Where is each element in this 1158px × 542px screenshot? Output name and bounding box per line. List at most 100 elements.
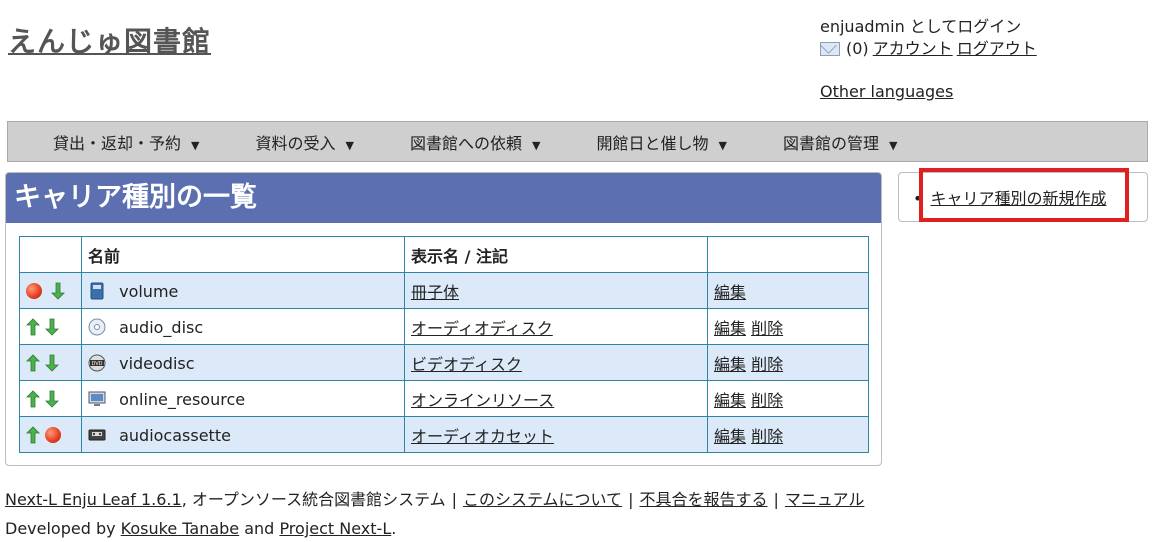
menu-admin[interactable]: 図書館の管理 ▼	[783, 130, 897, 154]
order-cell	[19, 272, 82, 309]
main-menubar: 貸出・返却・予約 ▼ 資料の受入 ▼ 図書館への依頼 ▼ 開館日と催し物 ▼ 図書館の管…	[7, 121, 1148, 162]
menu-events[interactable]: 開館日と催し物 ▼	[596, 130, 726, 154]
side-panel: • キャリア種別の新規作成	[898, 172, 1148, 222]
mail-icon[interactable]	[820, 42, 840, 56]
display-name-link[interactable]: オンラインリソース	[411, 391, 554, 410]
menu-label: 資料の受入	[255, 133, 336, 153]
delete-link[interactable]: 削除	[751, 319, 783, 338]
author-link[interactable]: Kosuke Tanabe	[121, 519, 239, 538]
footer-tagline: , オープンソース統合図書館システム	[181, 490, 446, 509]
menu-label: 図書館への依頼	[409, 133, 522, 153]
display-cell: ビデオディスク	[404, 344, 708, 381]
table-row: audio_disc オーディオディスク 編集 削除	[19, 308, 869, 345]
move-down-icon[interactable]	[51, 282, 66, 300]
display-name-link[interactable]: ビデオディスク	[411, 355, 522, 374]
manual-link[interactable]: マニュアル	[785, 490, 865, 509]
name-cell: volume	[81, 272, 405, 309]
table-row: audiocassette オーディオカセット 編集 削除	[19, 416, 869, 453]
footer-links: Next-L Enju Leaf 1.6.1, オープンソース統合図書館システム…	[5, 486, 864, 510]
caret-down-icon: ▼	[718, 138, 727, 152]
svg-text:DVD: DVD	[91, 361, 102, 367]
table-row: DVD videodisc ビデオディスク 編集 削除	[19, 344, 869, 381]
and-text: and	[244, 519, 275, 538]
menu-label: 開館日と催し物	[596, 133, 709, 153]
delete-link[interactable]: 削除	[751, 427, 783, 446]
book-icon	[90, 282, 104, 300]
display-cell: オーディオカセット	[404, 416, 708, 453]
table-row: volume 冊子体 編集	[19, 272, 869, 309]
name-cell: online_resource	[81, 380, 405, 417]
actions-cell: 編集 削除	[707, 416, 869, 453]
move-up-icon[interactable]	[26, 318, 40, 336]
menu-circulation[interactable]: 貸出・返却・予約 ▼	[53, 130, 199, 154]
site-title-link[interactable]: えんじゅ図書館	[8, 20, 211, 60]
edit-link[interactable]: 編集	[714, 319, 746, 338]
footer-separator: |	[773, 490, 779, 509]
logout-link[interactable]: ログアウト	[957, 38, 1037, 60]
move-up-icon[interactable]	[26, 426, 40, 444]
move-down-icon[interactable]	[45, 318, 60, 336]
message-count: (0)	[846, 39, 869, 58]
carrier-name: audiocassette	[119, 425, 231, 445]
move-down-icon[interactable]	[45, 354, 60, 372]
actions-cell: 編集 削除	[707, 308, 869, 345]
dvd-icon: DVD	[88, 354, 106, 372]
order-cell	[19, 308, 82, 345]
order-cell	[19, 416, 82, 453]
edit-link[interactable]: 編集	[714, 391, 746, 410]
period-text: .	[391, 519, 397, 538]
carrier-type-table: 名前 表示名 / 注記 volume 冊子体 編集 audio_disc オーデ…	[19, 236, 869, 453]
move-up-icon[interactable]	[26, 390, 40, 408]
menu-label: 図書館の管理	[782, 133, 879, 153]
footer-credits: Developed by Kosuke Tanabe and Project N…	[5, 519, 396, 538]
login-box: enjuadmin としてログイン (0) アカウント ログアウト	[820, 16, 1037, 60]
menu-label: 貸出・返却・予約	[53, 133, 182, 153]
table-header-row: 名前 表示名 / 注記	[19, 236, 869, 273]
name-cell: audio_disc	[81, 308, 405, 345]
delete-link[interactable]: 削除	[751, 391, 783, 410]
order-cell	[19, 380, 82, 417]
cassette-icon	[88, 429, 106, 441]
menu-request[interactable]: 図書館への依頼 ▼	[410, 130, 540, 154]
edit-link[interactable]: 編集	[714, 427, 746, 446]
delete-link[interactable]: 削除	[751, 355, 783, 374]
product-link[interactable]: Next-L Enju Leaf 1.6.1	[5, 490, 182, 509]
report-bug-link[interactable]: 不具合を報告する	[639, 490, 767, 509]
actions-cell: 編集 削除	[707, 344, 869, 381]
menu-acquisition[interactable]: 資料の受入 ▼	[255, 130, 353, 154]
caret-down-icon: ▼	[345, 138, 354, 152]
new-carrier-type-link[interactable]: キャリア種別の新規作成	[930, 189, 1106, 208]
caret-down-icon: ▼	[191, 138, 200, 152]
actions-column-header	[707, 236, 869, 273]
order-column-header	[19, 236, 82, 273]
display-name-link[interactable]: オーディオカセット	[411, 427, 554, 446]
account-link[interactable]: アカウント	[873, 38, 953, 60]
top-position-icon	[26, 283, 42, 300]
computer-icon	[88, 391, 106, 406]
bullet-icon: •	[913, 189, 923, 208]
display-name-link[interactable]: 冊子体	[411, 283, 459, 302]
other-languages-link[interactable]: Other languages	[820, 82, 953, 101]
carrier-name: volume	[119, 281, 179, 301]
display-cell: オーディオディスク	[404, 308, 708, 345]
name-cell: audiocassette	[81, 416, 405, 453]
page-title: キャリア種別の一覧	[6, 173, 881, 223]
cd-icon	[88, 318, 106, 336]
side-list-item: • キャリア種別の新規作成	[913, 185, 1106, 209]
caret-down-icon: ▼	[531, 138, 541, 152]
name-cell: DVD videodisc	[81, 344, 405, 381]
edit-link[interactable]: 編集	[714, 283, 746, 302]
display-name-link[interactable]: オーディオディスク	[411, 319, 553, 338]
developed-by-text: Developed by	[5, 519, 116, 538]
display-cell: オンラインリソース	[404, 380, 708, 417]
about-link[interactable]: このシステムについて	[463, 490, 622, 509]
project-link[interactable]: Project Next-L	[279, 519, 391, 538]
carrier-name: videodisc	[119, 353, 195, 373]
table-row: online_resource オンラインリソース 編集 削除	[19, 380, 869, 417]
move-down-icon[interactable]	[45, 390, 60, 408]
edit-link[interactable]: 編集	[714, 355, 746, 374]
move-up-icon[interactable]	[26, 354, 40, 372]
display-column-header: 表示名 / 注記	[404, 236, 708, 273]
bottom-position-icon	[45, 427, 62, 444]
login-status: enjuadmin としてログイン	[820, 17, 1022, 36]
